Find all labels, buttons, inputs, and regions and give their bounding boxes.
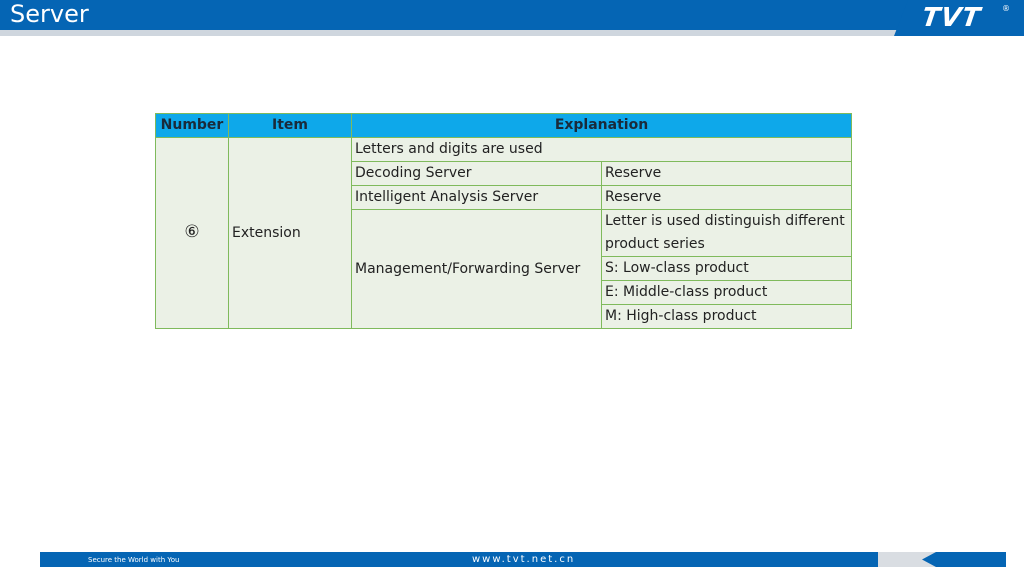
footer-url: www.tvt.net.cn bbox=[472, 554, 576, 565]
registered-mark: ® bbox=[1002, 4, 1010, 13]
header-band bbox=[0, 0, 1024, 30]
management-server-cell: Management/Forwarding Server bbox=[351, 209, 602, 329]
decoding-reserve-cell: Reserve bbox=[601, 161, 852, 186]
table-header-row: Number Item Explanation bbox=[155, 113, 852, 138]
server-naming-table: Number Item Explanation ⑥ Extension Lett… bbox=[155, 113, 852, 329]
table-row: ⑥ Extension Letters and digits are used bbox=[155, 137, 852, 329]
number-cell: ⑥ bbox=[155, 137, 229, 329]
low-class-cell: S: Low-class product bbox=[601, 256, 852, 281]
header-number: Number bbox=[155, 113, 229, 138]
letters-digits-cell: Letters and digits are used bbox=[351, 137, 852, 162]
middle-class-cell: E: Middle-class product bbox=[601, 280, 852, 305]
high-class-cell: M: High-class product bbox=[601, 304, 852, 329]
intelligent-server-cell: Intelligent Analysis Server bbox=[351, 185, 602, 210]
number-value: ⑥ bbox=[184, 222, 200, 242]
item-cell: Extension bbox=[228, 137, 352, 329]
footer-slogan: Secure the World with You bbox=[88, 556, 180, 564]
header-stripe bbox=[0, 30, 1024, 36]
header-explanation: Explanation bbox=[351, 113, 852, 138]
decoding-server-cell: Decoding Server bbox=[351, 161, 602, 186]
footer-right-band bbox=[922, 552, 1006, 567]
slide: Server TVT ® Number Item Explanation ⑥ E… bbox=[0, 0, 1024, 576]
tvt-logo: TVT bbox=[919, 3, 983, 33]
page-title: Server bbox=[10, 0, 89, 28]
intelligent-reserve-cell: Reserve bbox=[601, 185, 852, 210]
header-item: Item bbox=[228, 113, 352, 138]
letter-distinguish-cell: Letter is used distinguish different pro… bbox=[601, 209, 852, 257]
